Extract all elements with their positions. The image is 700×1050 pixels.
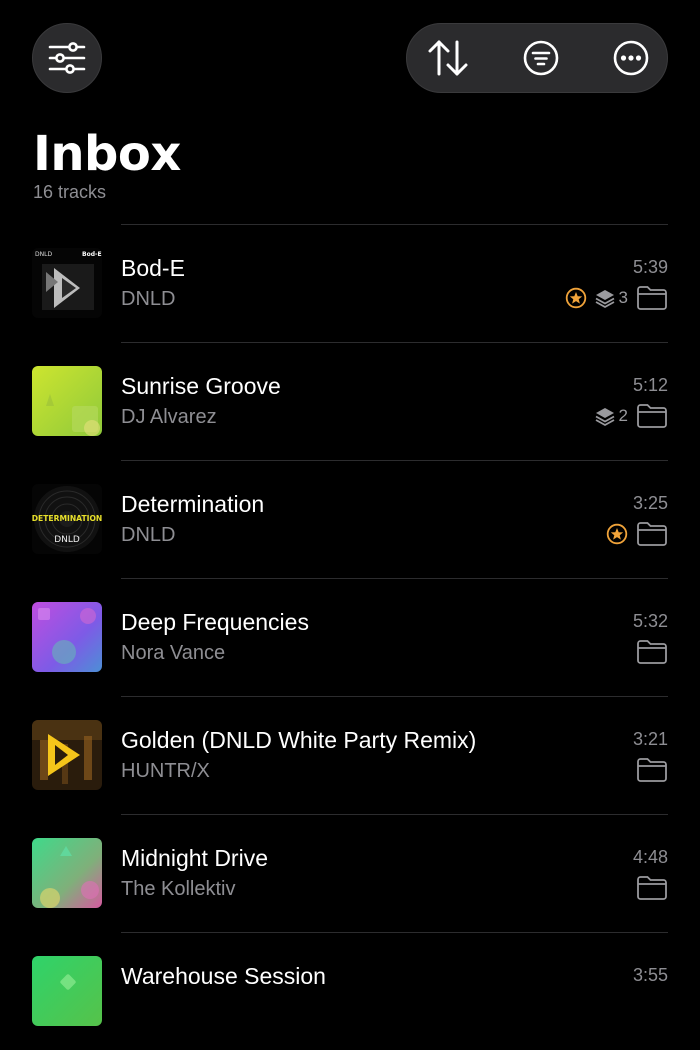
star-badge-icon	[606, 523, 628, 545]
track-row[interactable]: Midnight Drive The Kollektiv 4:48	[0, 814, 700, 932]
track-row[interactable]: Golden (DNLD White Party Remix) HUNTR/X …	[0, 696, 700, 814]
track-row[interactable]: Deep Frequencies Nora Vance 5:32	[0, 578, 700, 696]
filter-button[interactable]	[506, 24, 576, 92]
art-label: DNLD	[54, 535, 80, 545]
track-title: Deep Frequencies	[121, 609, 309, 635]
track-meta: 2	[595, 402, 668, 430]
version-stack: 3	[595, 288, 628, 308]
art-label: DNLD	[35, 251, 52, 258]
track-title: Midnight Drive	[121, 845, 268, 871]
album-art	[32, 602, 102, 672]
sort-button[interactable]	[413, 24, 483, 92]
filter-icon	[523, 40, 559, 76]
track-duration: 3:21	[632, 729, 668, 749]
art-label: Bod-E	[82, 251, 102, 258]
track-title: Sunrise Groove	[121, 373, 281, 399]
folder-icon[interactable]	[636, 875, 668, 901]
sort-arrows-icon	[428, 40, 468, 76]
track-artist: DNLD	[121, 288, 176, 310]
track-row[interactable]: Warehouse Session 3:55	[0, 932, 700, 1050]
page-title: Inbox	[33, 126, 181, 182]
track-meta	[636, 874, 668, 902]
track-row[interactable]: Sunrise Groove DJ Alvarez 5:12 2	[0, 342, 700, 460]
track-artist: The Kollektiv	[121, 878, 236, 900]
album-art: DETERMINATION DNLD	[32, 484, 102, 554]
track-duration: 3:55	[632, 965, 668, 985]
track-meta	[606, 520, 668, 548]
version-stack: 2	[595, 406, 628, 426]
track-count: 16 tracks	[33, 182, 107, 202]
album-art	[32, 720, 102, 790]
track-duration: 5:12	[632, 375, 668, 395]
settings-button[interactable]	[32, 23, 102, 93]
track-list: DNLD Bod-E Bod-E DNLD 5:39 3 Sunrise Gro…	[0, 224, 700, 1050]
folder-icon[interactable]	[636, 639, 668, 665]
track-duration: 5:32	[632, 611, 668, 631]
art-label: DETERMINATION	[32, 514, 102, 523]
track-meta	[636, 638, 668, 666]
track-title: Warehouse Session	[121, 963, 326, 989]
track-duration: 5:39	[632, 257, 668, 277]
more-button[interactable]	[596, 24, 666, 92]
album-art: DNLD Bod-E	[32, 248, 102, 318]
track-title: Determination	[121, 491, 265, 517]
track-meta: 3	[565, 284, 668, 312]
track-artist: Nora Vance	[121, 642, 226, 664]
track-row[interactable]: DETERMINATION DNLD Determination DNLD 3:…	[0, 460, 700, 578]
track-row[interactable]: DNLD Bod-E Bod-E DNLD 5:39 3	[0, 224, 700, 342]
more-icon	[613, 40, 649, 76]
stack-icon	[595, 408, 614, 426]
track-title: Golden (DNLD White Party Remix)	[121, 727, 477, 753]
star-badge-icon	[565, 287, 586, 309]
track-artist: HUNTR/X	[121, 760, 210, 782]
track-artist: DJ Alvarez	[121, 406, 217, 428]
track-meta	[636, 756, 668, 784]
folder-icon[interactable]	[636, 285, 668, 311]
track-duration: 3:25	[632, 493, 668, 513]
folder-icon[interactable]	[636, 403, 668, 429]
album-art	[32, 366, 102, 436]
track-title: Bod-E	[121, 255, 185, 281]
top-bar	[0, 0, 700, 120]
track-artist: DNLD	[121, 524, 176, 546]
stack-icon	[595, 290, 614, 308]
album-art	[32, 956, 102, 1026]
folder-icon[interactable]	[636, 521, 668, 547]
stack-count: 2	[618, 406, 628, 425]
sliders-icon	[48, 42, 86, 74]
track-duration: 4:48	[632, 847, 668, 867]
folder-icon[interactable]	[636, 757, 668, 783]
album-art	[32, 838, 102, 908]
action-toolbar	[406, 23, 668, 93]
stack-count: 3	[618, 288, 628, 307]
